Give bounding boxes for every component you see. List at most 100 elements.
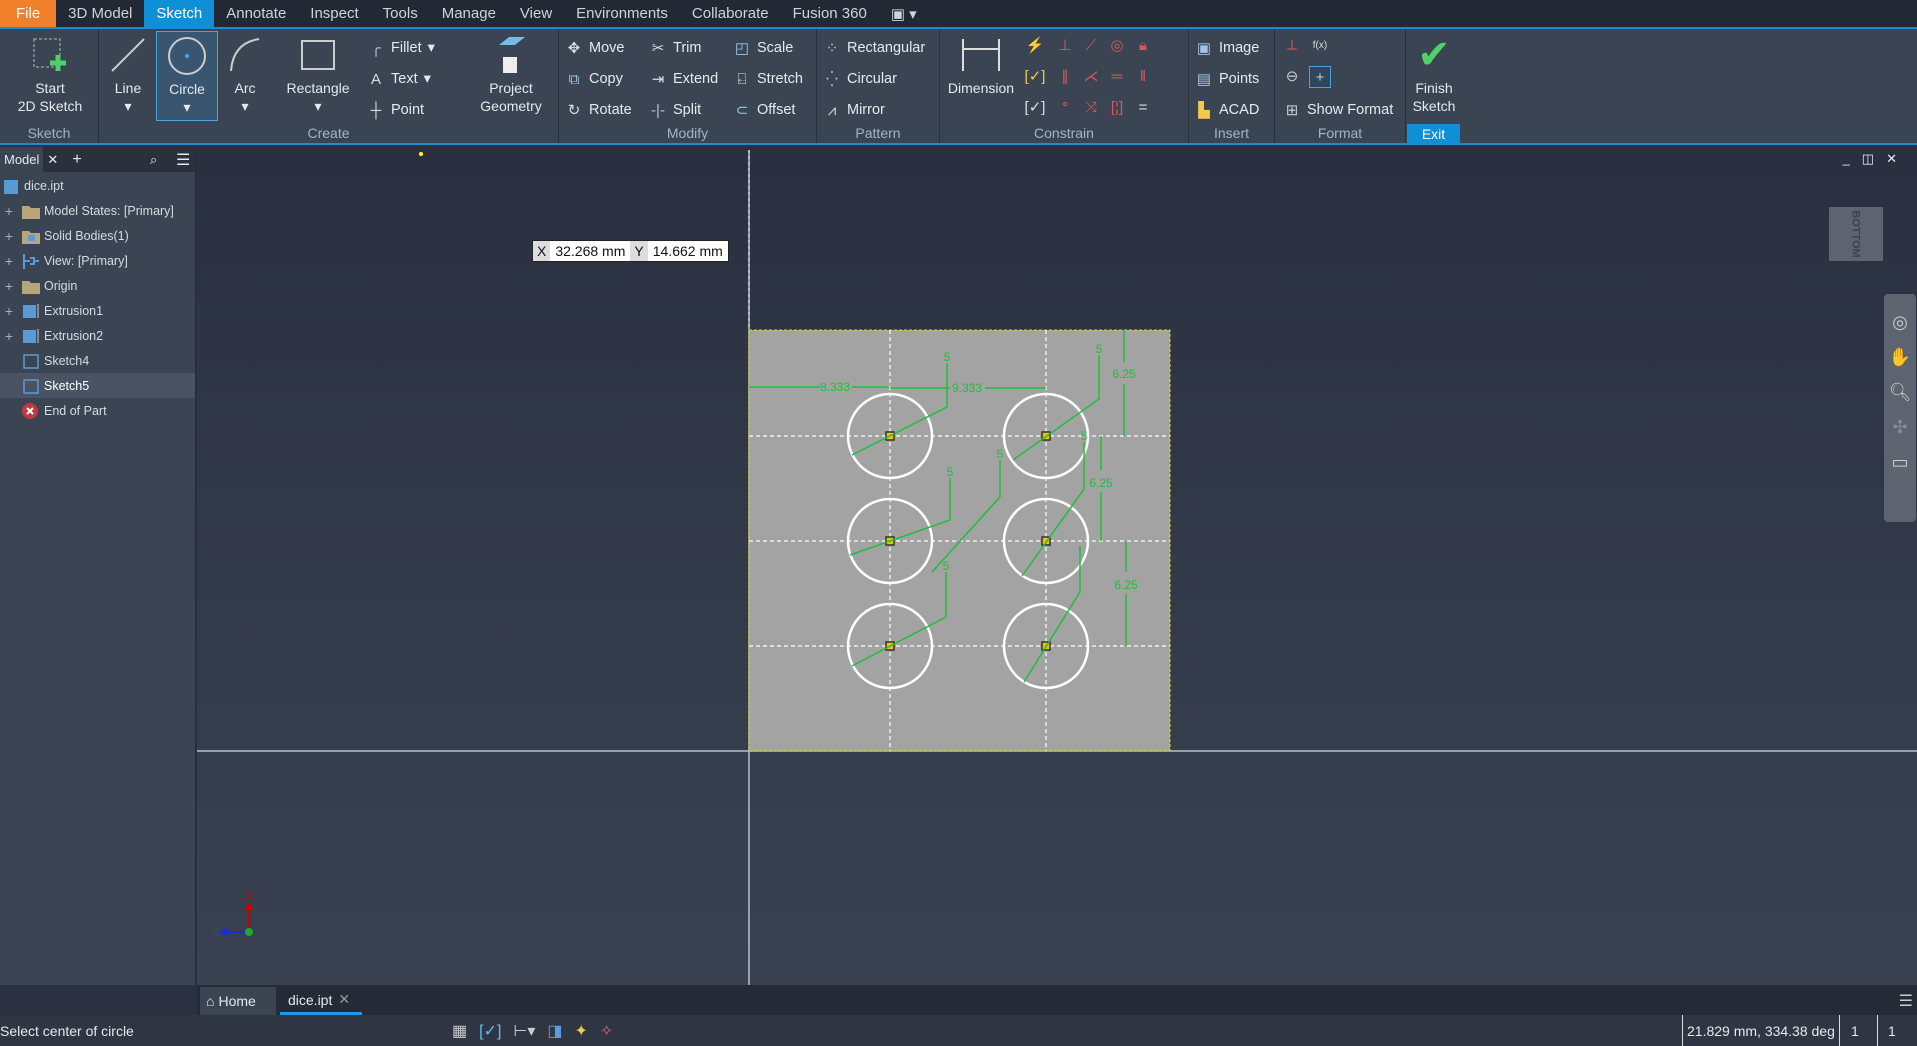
move-button[interactable]: ✥ Move [565,36,625,60]
expand-icon[interactable]: + [3,303,15,319]
grid-snap-icon[interactable]: ▦ [452,1021,467,1041]
coincident-constraint-icon[interactable]: ⟋ [1080,35,1102,57]
stretch-button[interactable]: ⍇ Stretch [733,67,802,91]
horizontal-constraint-icon[interactable]: ═ [1106,66,1128,88]
minimize-icon[interactable]: _ [1843,151,1850,167]
arc-button[interactable]: Arc ▾ [224,31,266,121]
tab-file[interactable]: File [0,0,57,27]
split-button[interactable]: -|- Split [649,98,701,122]
tab-annotate[interactable]: Annotate [214,0,298,27]
panel-label-create[interactable]: Create [99,125,558,141]
relax-mode-icon[interactable]: ✧ [600,1021,613,1041]
close-window-icon[interactable]: ✕ [1886,151,1897,167]
project-geometry-button[interactable]: Project Geometry [469,31,553,121]
browser-item-extrusion1[interactable]: + Extrusion1 [0,298,195,323]
mirror-button[interactable]: ⩘ Mirror [823,98,885,122]
browser-item-sketch4[interactable]: Sketch4 [0,348,195,373]
view-face-icon[interactable]: ▭ [1891,452,1908,473]
fix-constraint-icon[interactable]: 🔒︎ [1132,35,1154,57]
construction-icon[interactable]: ⟂ [1281,35,1303,57]
browser-item-model-states-primary[interactable]: + Model States: [Primary] [0,198,195,223]
tangent-constraint-icon[interactable]: ᐤ [1054,97,1076,119]
slice-graphics-icon[interactable]: ◨ [547,1021,562,1041]
browser-item-solid-bodies-1[interactable]: + Solid Bodies(1) [0,223,195,248]
concentric-constraint-icon[interactable]: ◎ [1106,35,1128,57]
tab-fusion-360[interactable]: Fusion 360 [781,0,879,27]
close-tab-icon[interactable]: ✕ [338,991,350,1008]
show-format-button[interactable]: ⊞ Show Format [1283,98,1394,122]
exit-panel-label[interactable]: Exit [1407,124,1460,144]
tab-menu-icon[interactable]: ☰ [1899,991,1913,1011]
pan-hand-icon[interactable]: ✋ [1889,347,1911,368]
y-coordinate-field[interactable]: 14.662 mm [648,243,728,259]
browser-item-view-primary[interactable]: + View: [Primary] [0,248,195,273]
add-tab-icon[interactable]: + [72,151,81,169]
expand-icon[interactable]: + [3,203,15,219]
circle-button[interactable]: Circle ▾ [156,31,218,121]
tab-view[interactable]: View [508,0,564,27]
close-icon[interactable]: ✕ [47,152,58,168]
tab-inspect[interactable]: Inspect [298,0,370,27]
expand-icon[interactable]: + [3,228,15,244]
graphics-window[interactable]: _ ◫ ✕ BOTTOM ◎ ✋ 🔍︎ ✣ ▭ X 32.268 mm Y 14.6… [197,147,1917,985]
extend-button[interactable]: ⇥ Extend [649,67,718,91]
rotate-button[interactable]: ↻ Rotate [565,98,632,122]
dof-icon[interactable]: ⊢▾ [513,1021,535,1041]
rectangle-button[interactable]: Rectangle ▾ [280,31,356,121]
tab-tools[interactable]: Tools [371,0,430,27]
browser-item-origin[interactable]: + Origin [0,273,195,298]
browser-item-dice-ipt[interactable]: dice.ipt [0,173,195,198]
expand-icon[interactable]: + [3,328,15,344]
panel-label-format[interactable]: Format [1275,125,1405,141]
start-2d-sketch-button[interactable]: Start 2D Sketch [8,31,92,121]
insert-points-button[interactable]: ▤ Points [1195,67,1259,91]
zoom-icon[interactable]: 🔍︎ [1889,382,1912,403]
tab-model[interactable]: Model [0,147,44,172]
search-icon[interactable]: ⌕ [150,152,157,168]
tab-3d-model[interactable]: 3D Model [56,0,144,27]
equal-constraint-icon[interactable]: = [1132,97,1154,119]
rectangular-pattern-button[interactable]: ⁘ Rectangular [823,36,925,60]
restore-icon[interactable]: ◫ [1862,151,1874,167]
symmetric-constraint-icon[interactable]: [¦] [1106,97,1128,119]
circular-pattern-button[interactable]: ⁛ Circular [823,67,897,91]
home-tab[interactable]: ⌂ Home [200,987,276,1015]
driven-dimension-icon[interactable]: f(x) [1309,35,1331,57]
expand-icon[interactable]: + [3,253,15,269]
constraint-settings-icon[interactable]: [✓] [1024,66,1046,88]
browser-item-extrusion2[interactable]: + Extrusion2 [0,323,195,348]
orbit-icon[interactable]: ✣ [1892,417,1907,438]
insert-image-button[interactable]: ▣ Image [1195,36,1259,60]
panel-label-constrain[interactable]: Constrain [940,125,1188,141]
viewcube[interactable]: BOTTOM [1829,207,1883,261]
expand-icon[interactable]: + [3,278,15,294]
ribbon-display-toggle-icon[interactable]: ▣ ▾ [879,0,929,27]
scale-button[interactable]: ◰ Scale [733,36,793,60]
x-coordinate-field[interactable]: 32.268 mm [550,243,630,259]
tab-collaborate[interactable]: Collaborate [680,0,781,27]
smooth-constraint-icon[interactable]: ⤨ [1080,97,1102,119]
browser-item-sketch5[interactable]: Sketch5 [0,373,195,398]
show-constraints-icon[interactable]: [✓] [1024,97,1046,119]
auto-dimension-icon[interactable]: ⚡ [1024,35,1046,57]
steering-wheel-icon[interactable]: ◎ [1892,312,1908,333]
tab-sketch[interactable]: Sketch [144,0,215,27]
centerline-icon[interactable]: ⊖ [1281,66,1303,88]
dimension-button[interactable]: Dimension [944,31,1018,121]
finish-sketch-button[interactable]: ✔ Finish Sketch [1408,31,1460,121]
tab-manage[interactable]: Manage [430,0,508,27]
fillet-button[interactable]: ╭ Fillet ▾ [367,36,434,60]
insert-acad-button[interactable]: ▙ ACAD [1195,98,1259,122]
vertical-constraint-icon[interactable]: ‖ [1132,66,1154,88]
document-tab-dice[interactable]: dice.ipt ✕ [280,987,362,1015]
center-point-icon[interactable]: + [1309,66,1331,88]
browser-item-end-of-part[interactable]: End of Part [0,398,195,423]
tab-environments[interactable]: Environments [564,0,680,27]
point-button[interactable]: ┼ Point [367,98,424,122]
copy-button[interactable]: ⧉ Copy [565,67,623,91]
text-button[interactable]: A Text ▾ [367,67,431,91]
offset-button[interactable]: ⊂ Offset [733,98,796,122]
trim-button[interactable]: ✂ Trim [649,36,702,60]
show-dof-icon[interactable]: ✦ [575,1021,588,1041]
collinear-constraint-icon[interactable]: ⋌ [1080,66,1102,88]
